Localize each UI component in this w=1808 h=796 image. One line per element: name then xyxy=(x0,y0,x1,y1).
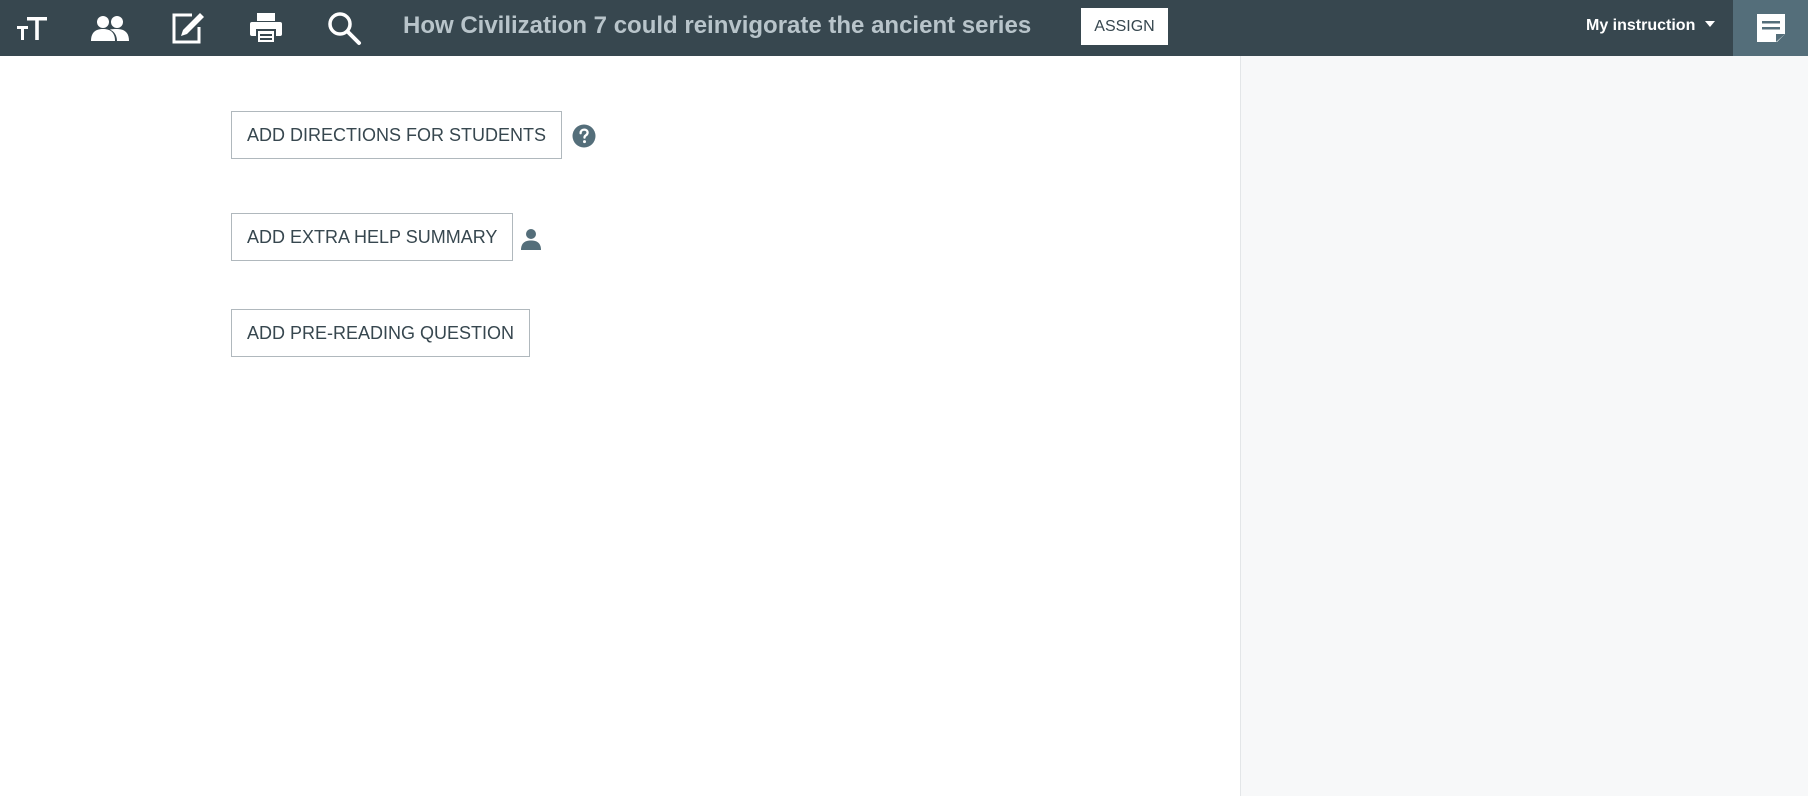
add-extra-help-summary-button[interactable]: ADD EXTRA HELP SUMMARY xyxy=(231,213,514,261)
assign-button[interactable]: ASSIGN xyxy=(1081,8,1168,45)
notes-icon xyxy=(1756,14,1785,42)
notes-panel-toggle[interactable] xyxy=(1733,0,1808,56)
chevron-down-icon xyxy=(1705,20,1716,27)
page-title: How Civilization 7 could reinvigorate th… xyxy=(403,12,1032,39)
people-icon[interactable] xyxy=(88,0,132,56)
print-icon[interactable] xyxy=(246,0,286,56)
edit-icon[interactable] xyxy=(168,0,208,56)
help-icon[interactable] xyxy=(571,123,597,149)
instruction-dropdown[interactable]: My instruction xyxy=(1586,0,1716,52)
side-panel xyxy=(1240,56,1808,796)
main-content: ADD DIRECTIONS FOR STUDENTS ADD EXTRA HE… xyxy=(0,56,1240,796)
search-icon[interactable] xyxy=(324,0,364,56)
top-toolbar: How Civilization 7 could reinvigorate th… xyxy=(0,0,1808,56)
instruction-label: My instruction xyxy=(1586,17,1696,34)
add-pre-reading-question-button[interactable]: ADD PRE-READING QUESTION xyxy=(231,309,531,357)
person-icon xyxy=(520,228,542,250)
text-size-icon[interactable] xyxy=(14,0,50,56)
add-directions-button[interactable]: ADD DIRECTIONS FOR STUDENTS xyxy=(231,111,563,159)
